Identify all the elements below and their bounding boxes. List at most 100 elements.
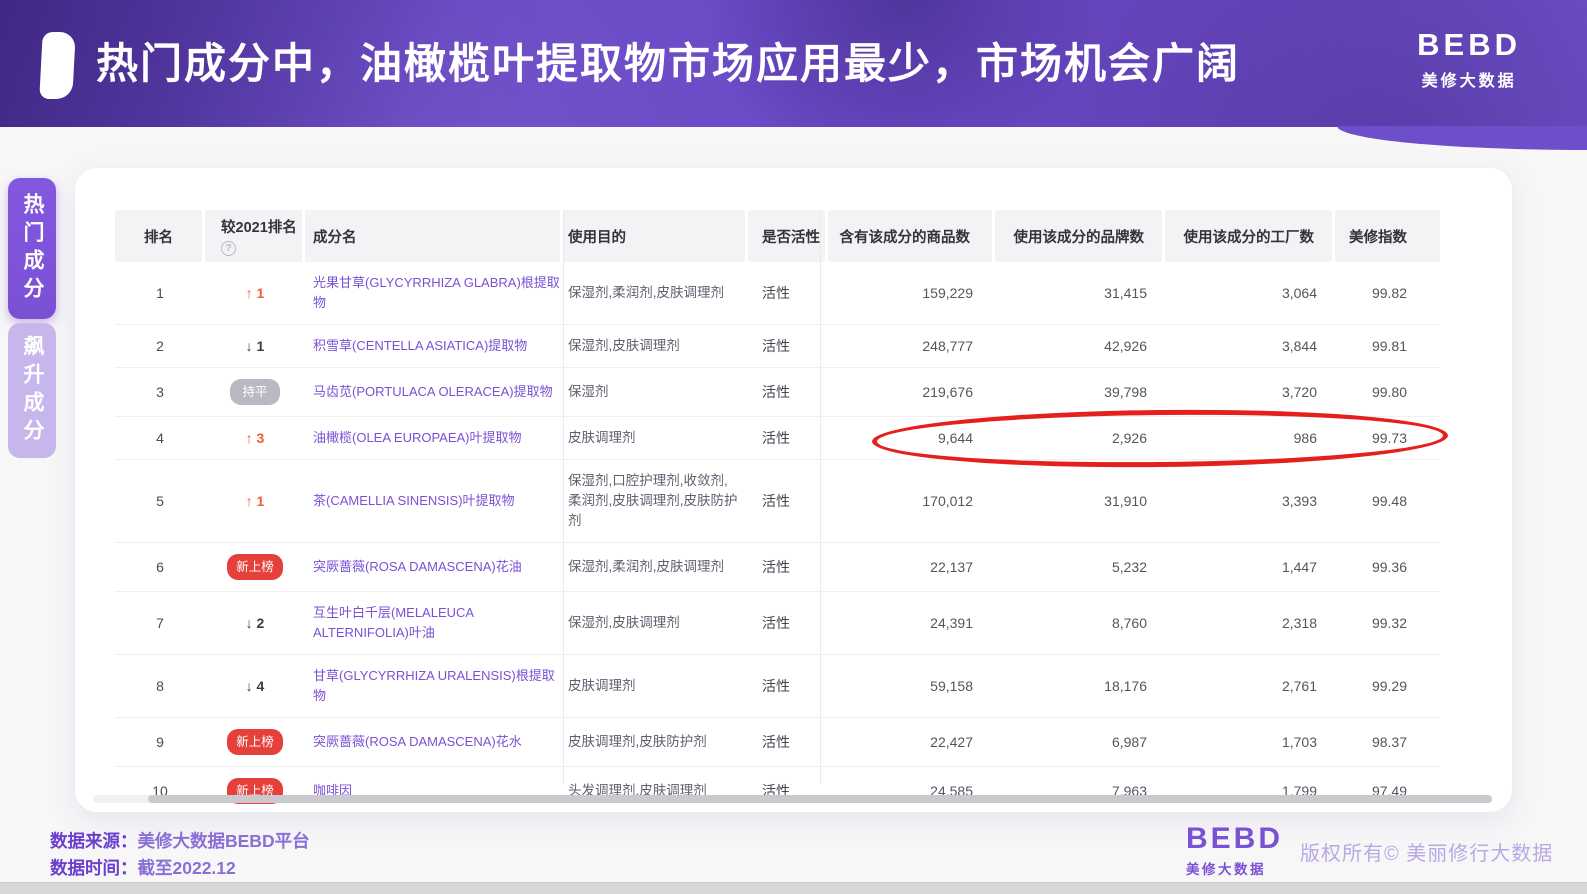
index-cell: 99.48 [1335, 460, 1440, 543]
rank-change: 持平 [230, 379, 279, 405]
data-source-label: 数据来源： [50, 831, 138, 851]
ingredient-name-link[interactable]: 突厥蔷薇(ROSA DAMASCENA)花油 [305, 543, 563, 592]
col-header-products: 含有该成分的商品数 [828, 210, 995, 262]
active-cell: 活性 [748, 417, 828, 460]
header-banner: 热门成分中，油橄榄叶提取物市场应用最少，市场机会广阔 BEBD 美修大数据 [0, 0, 1587, 127]
rank-cell: 6 [115, 543, 205, 592]
table-row: 4 ↑ 3 油橄榄(OLEA EUROPAEA)叶提取物 皮肤调理剂 活性 9,… [115, 417, 1440, 460]
rank-value: 8 [156, 678, 164, 694]
rank-value: 1 [156, 285, 164, 301]
active-cell: 活性 [748, 325, 828, 368]
active-cell: 活性 [748, 368, 828, 417]
factory-count-cell: 986 [1165, 417, 1335, 460]
ingredient-name[interactable]: 马齿苋(PORTULACA OLERACEA)提取物 [313, 384, 553, 399]
bottom-strip [0, 882, 1587, 894]
col-header-index: 美修指数 [1335, 210, 1440, 262]
page-title: 热门成分中，油橄榄叶提取物市场应用最少，市场机会广阔 [96, 34, 1240, 94]
ingredient-name-link[interactable]: 甘草(GLYCYRRHIZA URALENSIS)根提取物 [305, 655, 563, 718]
brand-count-cell: 7,963 [995, 767, 1165, 816]
header-swoosh [1337, 126, 1587, 150]
scrollbar-thumb[interactable] [148, 795, 1492, 803]
ingredient-name[interactable]: 互生叶白千层(MELALEUCA ALTERNIFOLIA)叶油 [313, 605, 473, 640]
column-divider [820, 210, 821, 784]
tab-rising-ingredients[interactable]: 飙升成分 [8, 323, 56, 458]
rank-change-cell: ↑ 3 [205, 417, 305, 460]
help-icon[interactable]: ? [221, 241, 236, 256]
product-count-cell: 24,585 [828, 767, 995, 816]
rank-change: ↑ 1 [246, 283, 265, 303]
index-cell: 99.82 [1335, 262, 1440, 325]
rank-change-cell: 新上榜 [205, 543, 305, 592]
col-header-change-label: 较2021排名 [221, 216, 302, 237]
rank-change: ↓ 2 [246, 613, 265, 633]
brand-count-cell: 6,987 [995, 718, 1165, 767]
rank-value: 3 [156, 384, 164, 400]
ingredient-name-link[interactable]: 互生叶白千层(MELALEUCA ALTERNIFOLIA)叶油 [305, 592, 563, 655]
ingredient-name[interactable]: 积雪草(CENTELLA ASIATICA)提取物 [313, 338, 527, 353]
table-row: 2 ↓ 1 积雪草(CENTELLA ASIATICA)提取物 保湿剂,皮肤调理… [115, 325, 1440, 368]
factory-count-cell: 1,799 [1165, 767, 1335, 816]
table-row: 1 ↑ 1 光果甘草(GLYCYRRHIZA GLABRA)根提取物 保湿剂,柔… [115, 262, 1440, 325]
rank-value: 9 [156, 734, 164, 750]
ingredient-name[interactable]: 突厥蔷薇(ROSA DAMASCENA)花油 [313, 559, 522, 574]
rank-cell: 4 [115, 417, 205, 460]
horizontal-scrollbar[interactable] [93, 795, 1492, 803]
ingredient-name[interactable]: 突厥蔷薇(ROSA DAMASCENA)花水 [313, 734, 522, 749]
ingredient-name[interactable]: 茶(CAMELLIA SINENSIS)叶提取物 [313, 493, 515, 508]
bebd-logo: BEBD 美修大数据 [1417, 28, 1521, 91]
rank-value: 7 [156, 615, 164, 631]
page: 热门成分中，油橄榄叶提取物市场应用最少，市场机会广阔 BEBD 美修大数据 热门… [0, 0, 1587, 894]
purpose-cell: 保湿剂,皮肤调理剂 [563, 592, 748, 655]
ingredient-name-link[interactable]: 光果甘草(GLYCYRRHIZA GLABRA)根提取物 [305, 262, 563, 325]
active-cell: 活性 [748, 543, 828, 592]
data-source-value: 美修大数据BEBD平台 [138, 831, 310, 851]
tab-hot-ingredients[interactable]: 热门成分 [8, 178, 56, 319]
ingredient-name-link[interactable]: 油橄榄(OLEA EUROPAEA)叶提取物 [305, 417, 563, 460]
factory-count-cell: 3,393 [1165, 460, 1335, 543]
copyright: 版权所有© 美丽修行大数据 [1300, 837, 1553, 866]
table-row: 8 ↓ 4 甘草(GLYCYRRHIZA URALENSIS)根提取物 皮肤调理… [115, 655, 1440, 718]
table-row: 3 持平 马齿苋(PORTULACA OLERACEA)提取物 保湿剂 活性 2… [115, 368, 1440, 417]
table-header-row: 排名 较2021排名 ? 成分名 使用目的 是否活性 含有该成分的商品数 使用该… [115, 210, 1440, 262]
rank-change-cell: ↑ 1 [205, 262, 305, 325]
rank-change: 新上榜 [227, 554, 283, 580]
ingredient-name[interactable]: 光果甘草(GLYCYRRHIZA GLABRA)根提取物 [313, 275, 560, 310]
product-count-cell: 59,158 [828, 655, 995, 718]
col-header-brands: 使用该成分的品牌数 [995, 210, 1165, 262]
footer-bebd-logo: BEBD 美修大数据 [1186, 824, 1283, 878]
rank-change-cell: 新上榜 [205, 767, 305, 816]
rank-value: 4 [156, 430, 164, 446]
table-row: 10 新上榜 咖啡因 头发调理剂,皮肤调理剂 活性 24,585 7,963 1… [115, 767, 1440, 816]
brand-count-cell: 2,926 [995, 417, 1165, 460]
ingredient-name-link[interactable]: 马齿苋(PORTULACA OLERACEA)提取物 [305, 368, 563, 417]
ingredients-table: 排名 较2021排名 ? 成分名 使用目的 是否活性 含有该成分的商品数 使用该… [115, 210, 1440, 816]
frozen-column-divider [563, 210, 564, 784]
product-count-cell: 9,644 [828, 417, 995, 460]
table-body: 1 ↑ 1 光果甘草(GLYCYRRHIZA GLABRA)根提取物 保湿剂,柔… [115, 262, 1440, 816]
ingredient-name-link[interactable]: 积雪草(CENTELLA ASIATICA)提取物 [305, 325, 563, 368]
brand-count-cell: 18,176 [995, 655, 1165, 718]
purpose-cell: 保湿剂,柔润剂,皮肤调理剂 [563, 543, 748, 592]
index-cell: 99.81 [1335, 325, 1440, 368]
bebd-logo-subtitle: 美修大数据 [1417, 67, 1521, 91]
ingredient-name-link[interactable]: 茶(CAMELLIA SINENSIS)叶提取物 [305, 460, 563, 543]
col-header-factories: 使用该成分的工厂数 [1165, 210, 1335, 262]
active-cell: 活性 [748, 718, 828, 767]
rank-value: 2 [156, 338, 164, 354]
col-header-rank: 排名 [115, 210, 205, 262]
rank-cell: 3 [115, 368, 205, 417]
table-row: 5 ↑ 1 茶(CAMELLIA SINENSIS)叶提取物 保湿剂,口腔护理剂… [115, 460, 1440, 543]
col-header-purpose: 使用目的 [563, 210, 748, 262]
ingredient-name[interactable]: 甘草(GLYCYRRHIZA URALENSIS)根提取物 [313, 668, 555, 703]
rank-change-cell: ↓ 2 [205, 592, 305, 655]
ingredient-name-link[interactable]: 咖啡因 [305, 767, 563, 816]
factory-count-cell: 1,703 [1165, 718, 1335, 767]
index-cell: 97.49 [1335, 767, 1440, 816]
rank-value: 5 [156, 493, 164, 509]
ingredient-name[interactable]: 油橄榄(OLEA EUROPAEA)叶提取物 [313, 430, 522, 445]
ingredient-name-link[interactable]: 突厥蔷薇(ROSA DAMASCENA)花水 [305, 718, 563, 767]
factory-count-cell: 3,064 [1165, 262, 1335, 325]
rank-change: ↑ 3 [246, 428, 265, 448]
rank-cell: 9 [115, 718, 205, 767]
product-count-cell: 159,229 [828, 262, 995, 325]
